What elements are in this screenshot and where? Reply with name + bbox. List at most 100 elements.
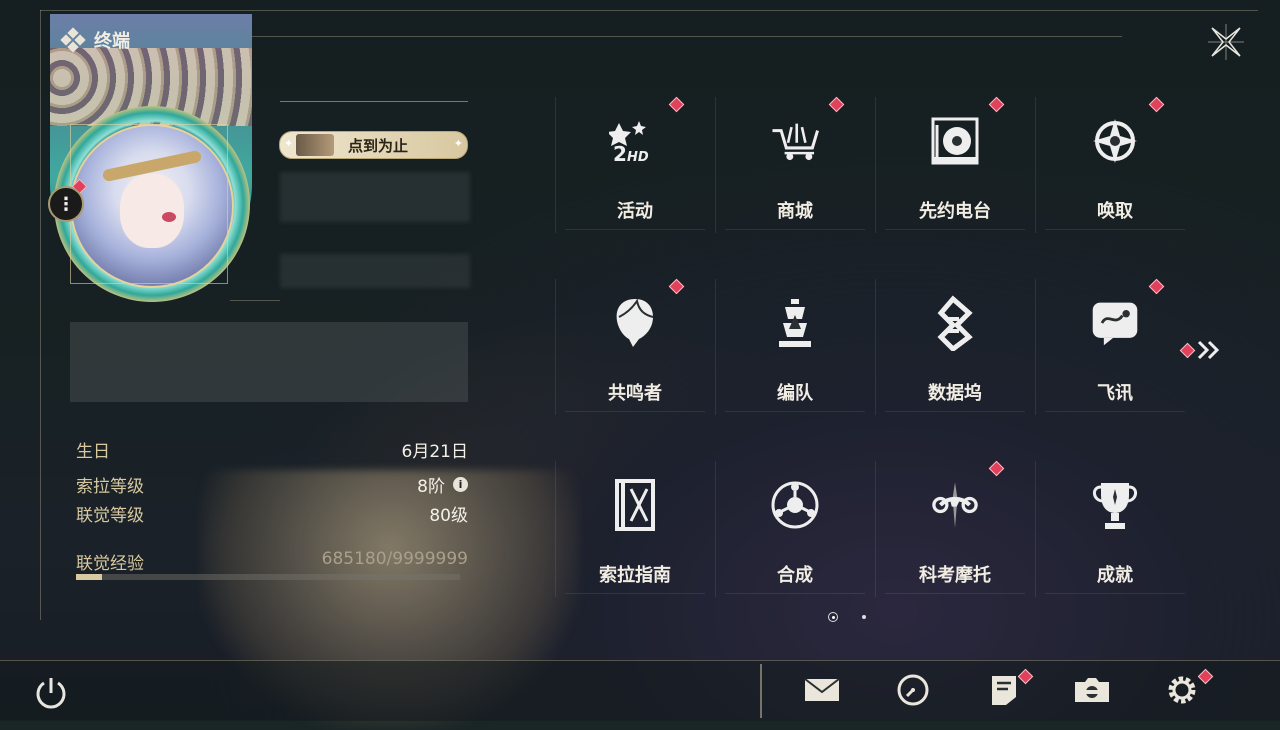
camera-icon bbox=[1075, 678, 1109, 702]
tile-baseline bbox=[725, 229, 865, 230]
tile-baseline bbox=[1045, 229, 1185, 230]
gear-icon bbox=[1168, 676, 1196, 704]
stat-union-level: 联觉等级 80级 bbox=[76, 501, 468, 526]
settings-button[interactable] bbox=[1162, 668, 1214, 708]
tile-baseline bbox=[885, 593, 1025, 594]
guide-book-icon bbox=[609, 479, 661, 531]
menu-tile-label: 索拉指南 bbox=[599, 565, 671, 586]
exp-progress-bar bbox=[76, 574, 460, 580]
frame-left-line bbox=[40, 10, 41, 620]
stat-sol-level: 索拉等级 8阶 i bbox=[76, 472, 468, 497]
double-chevron-right-icon bbox=[1197, 340, 1220, 360]
menu-tile-1[interactable]: 2 HD 活动 bbox=[555, 95, 715, 235]
exp-row: 联觉经验 685180/9999999 bbox=[76, 549, 468, 574]
mail-icon bbox=[804, 678, 840, 701]
notification-badge-dot bbox=[828, 96, 845, 113]
name-underline bbox=[280, 101, 468, 102]
tile-baseline bbox=[565, 229, 705, 230]
menu-tile-5[interactable]: 共鸣者 bbox=[555, 277, 715, 417]
menu-tile-9[interactable]: 索拉指南 bbox=[555, 459, 715, 599]
menu-tile-label: 唤取 bbox=[1097, 201, 1133, 222]
tile-baseline bbox=[725, 411, 865, 412]
notification-badge-dot bbox=[668, 96, 685, 113]
frame-inner-line bbox=[252, 36, 1122, 37]
exp-progress-fill bbox=[76, 574, 103, 580]
radio-icon bbox=[929, 115, 981, 167]
stat-value: 8阶 bbox=[417, 477, 445, 497]
tile-baseline bbox=[725, 593, 865, 594]
menu-tile-4[interactable]: 唤取 bbox=[1035, 95, 1195, 235]
team-chess-icon bbox=[769, 297, 821, 349]
motorbike-icon bbox=[929, 479, 981, 531]
menu-tile-label: 活动 bbox=[617, 201, 653, 222]
notification-badge-dot bbox=[1148, 96, 1165, 113]
player-id-redacted bbox=[280, 254, 470, 288]
more-vertical-icon: ⋮ bbox=[57, 193, 75, 215]
menu-tile-10[interactable]: 合成 bbox=[715, 459, 875, 599]
info-icon[interactable]: i bbox=[453, 477, 468, 492]
exp-value: 685180/9999999 bbox=[321, 549, 468, 569]
svg-text:2: 2 bbox=[613, 142, 627, 166]
close-icon bbox=[1208, 24, 1244, 60]
menu-tile-7[interactable]: 数据坞 bbox=[875, 277, 1035, 417]
notes-button[interactable] bbox=[984, 668, 1034, 708]
more-options-button[interactable]: ⋮ bbox=[48, 186, 84, 222]
resonator-head-icon bbox=[609, 297, 661, 349]
stat-label: 索拉等级 bbox=[76, 477, 144, 497]
mail-button[interactable] bbox=[802, 672, 842, 708]
tile-baseline bbox=[565, 411, 705, 412]
clock-icon bbox=[897, 674, 929, 706]
menu-tile-3[interactable]: 先约电台 bbox=[875, 95, 1035, 235]
tile-baseline bbox=[885, 229, 1025, 230]
profile-divider bbox=[230, 300, 280, 301]
message-icon bbox=[1089, 297, 1141, 349]
camera-button[interactable] bbox=[1072, 672, 1112, 708]
next-page-button[interactable] bbox=[1179, 340, 1221, 360]
page-title: 终端 bbox=[94, 31, 130, 52]
power-button[interactable] bbox=[32, 674, 70, 712]
menu-tile-12[interactable]: 成就 bbox=[1035, 459, 1195, 599]
notification-badge-dot bbox=[988, 96, 1005, 113]
shop-cart-icon bbox=[769, 115, 821, 167]
menu-tile-label: 编队 bbox=[777, 383, 813, 404]
event-2hd-icon: 2 HD bbox=[609, 115, 661, 167]
badge-thumbnail bbox=[296, 134, 334, 156]
menu-tile-8[interactable]: 飞讯 bbox=[1035, 277, 1195, 417]
menu-tile-label: 科考摩托 bbox=[919, 565, 991, 586]
menu-tile-label: 商城 bbox=[777, 201, 813, 222]
page-indicator bbox=[828, 612, 866, 622]
tile-baseline bbox=[1045, 593, 1185, 594]
terminal-header: 终端 bbox=[60, 27, 130, 53]
title-badge[interactable]: ✦ 点到为止 ✦ bbox=[279, 131, 468, 159]
exp-label: 联觉经验 bbox=[76, 554, 144, 574]
menu-tile-label: 飞讯 bbox=[1097, 383, 1133, 404]
tile-baseline bbox=[1045, 411, 1185, 412]
databank-icon bbox=[929, 295, 981, 351]
bottom-separator bbox=[760, 664, 762, 718]
tile-baseline bbox=[565, 593, 705, 594]
notification-badge-dot bbox=[668, 278, 685, 295]
menu-tile-label: 成就 bbox=[1097, 565, 1133, 586]
avatar-selection-box bbox=[70, 124, 228, 284]
svg-text:HD: HD bbox=[627, 150, 649, 165]
close-button[interactable] bbox=[1206, 22, 1246, 62]
menu-tile-2[interactable]: 商城 bbox=[715, 95, 875, 235]
notes-icon bbox=[992, 676, 1016, 705]
stat-value: 80级 bbox=[429, 506, 468, 526]
menu-tile-6[interactable]: 编队 bbox=[715, 277, 875, 417]
synthesis-icon bbox=[769, 479, 821, 531]
page-dot[interactable] bbox=[862, 615, 866, 619]
menu-tile-label: 先约电台 bbox=[919, 201, 991, 222]
menu-tile-label: 数据坞 bbox=[928, 383, 982, 404]
stat-value-group: 8阶 i bbox=[417, 472, 468, 497]
badge-title: 点到为止 bbox=[348, 136, 409, 155]
stat-label: 联觉等级 bbox=[76, 506, 144, 526]
page-dot-active[interactable] bbox=[828, 612, 838, 622]
menu-tile-11[interactable]: 科考摩托 bbox=[875, 459, 1035, 599]
menu-tile-label: 合成 bbox=[777, 565, 813, 586]
trophy-icon bbox=[1089, 479, 1141, 531]
player-name-redacted bbox=[280, 172, 470, 222]
clock-button[interactable] bbox=[893, 672, 933, 708]
notification-badge-dot bbox=[1148, 278, 1165, 295]
signature-redacted[interactable] bbox=[70, 322, 468, 402]
